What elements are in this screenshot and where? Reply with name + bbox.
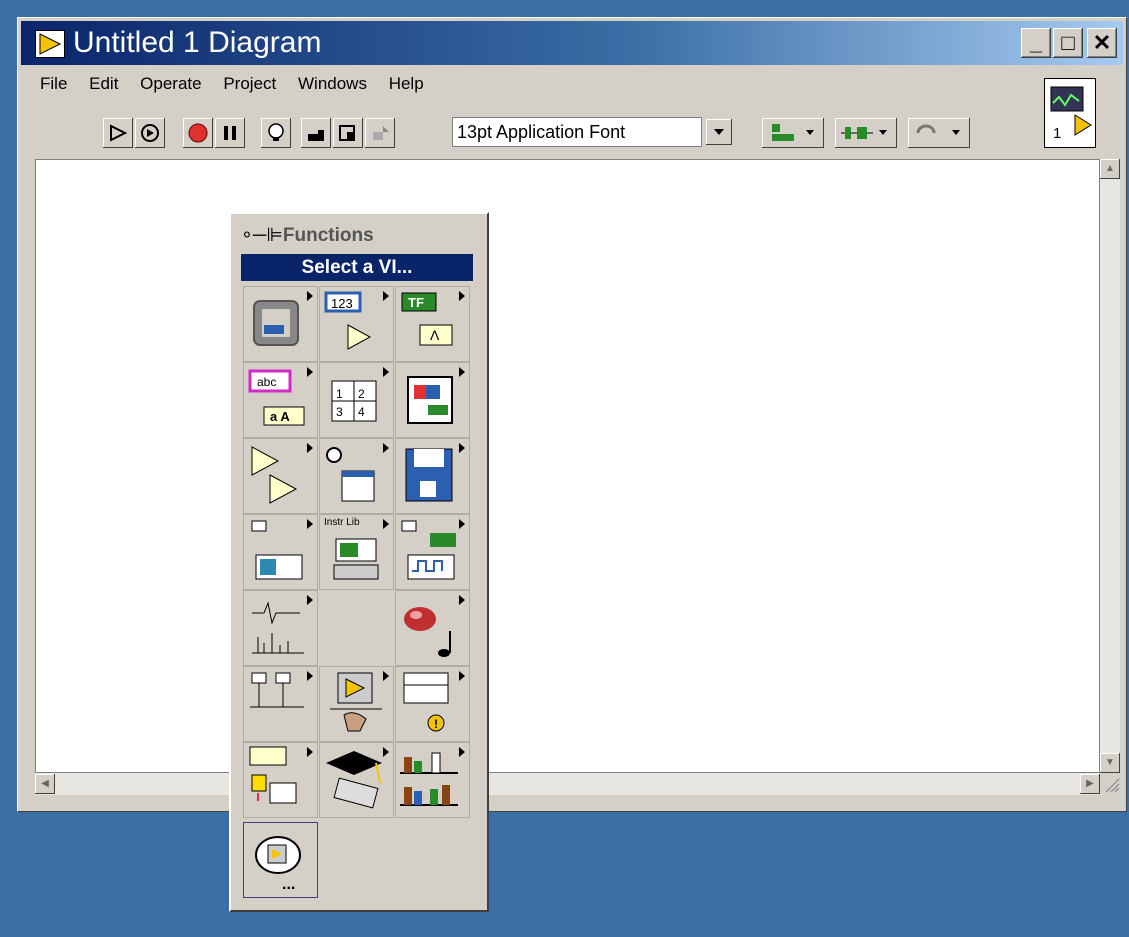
numeric-icon[interactable]: 123	[319, 286, 394, 362]
close-button[interactable]: ✕	[1087, 28, 1117, 58]
menu-windows[interactable]: Windows	[298, 74, 367, 93]
comparison-icon[interactable]	[243, 438, 318, 514]
horizontal-scrollbar[interactable]: ◀ ▶	[35, 773, 1100, 795]
select-vi-bar[interactable]: Select a VI...	[241, 254, 473, 281]
connector-pane-icon[interactable]: 1	[1044, 78, 1096, 148]
data-acquisition-icon[interactable]	[243, 514, 318, 590]
connector-pane-label: 1	[1053, 125, 1062, 142]
menu-operate[interactable]: Operate	[140, 74, 201, 93]
pause-button[interactable]	[215, 118, 245, 148]
title-bar[interactable]: Untitled 1 Diagram _ □ ✕	[21, 21, 1123, 65]
svg-text:Λ: Λ	[430, 327, 440, 343]
labview-app-icon	[35, 30, 65, 58]
diagram-window: Untitled 1 Diagram _ □ ✕ File Edit Opera…	[17, 17, 1127, 812]
window-title: Untitled 1 Diagram	[73, 26, 322, 59]
cluster-icon[interactable]	[395, 362, 470, 438]
menu-help[interactable]: Help	[389, 74, 424, 93]
time-dialog-icon[interactable]	[319, 438, 394, 514]
tutorial-icon[interactable]	[319, 742, 394, 818]
step-into-button[interactable]	[301, 118, 331, 148]
font-dropdown-button[interactable]	[706, 119, 732, 145]
analyze-icon[interactable]	[243, 590, 318, 666]
instrument-library-icon[interactable]: Instr Lib	[319, 514, 394, 590]
file-io-icon[interactable]	[395, 438, 470, 514]
abort-button[interactable]	[183, 118, 213, 148]
menu-bar: File Edit Operate Project Windows Help	[40, 74, 441, 94]
svg-text:a A: a A	[270, 409, 290, 424]
scroll-left-button[interactable]: ◀	[35, 774, 55, 794]
block-diagram-canvas[interactable]	[35, 159, 1100, 773]
run-button[interactable]	[103, 118, 133, 148]
svg-text:!: !	[434, 717, 438, 731]
highlight-execution-button[interactable]	[261, 118, 291, 148]
resize-grip[interactable]	[1102, 775, 1120, 793]
graphics-sound-icon[interactable]	[395, 590, 470, 666]
application-control-icon[interactable]	[319, 666, 394, 742]
select-vi-icon[interactable]: ...	[243, 822, 318, 898]
instrument-io-icon[interactable]	[395, 514, 470, 590]
menu-project[interactable]: Project	[223, 74, 276, 93]
communication-icon[interactable]	[243, 666, 318, 742]
pin-icon[interactable]: ∘─⊫	[241, 225, 283, 246]
menu-edit[interactable]: Edit	[89, 74, 118, 93]
step-out-button[interactable]	[365, 118, 395, 148]
vertical-scrollbar[interactable]: ▲ ▼	[1100, 159, 1120, 773]
reorder-dropdown[interactable]	[908, 118, 970, 148]
scroll-up-button[interactable]: ▲	[1100, 159, 1120, 179]
menu-file[interactable]: File	[40, 74, 67, 93]
step-over-button[interactable]	[333, 118, 363, 148]
empty-slot	[319, 590, 394, 666]
advanced-icon[interactable]: !	[395, 666, 470, 742]
svg-text:...: ...	[282, 876, 295, 893]
palette-title: ∘─⊫Functions	[241, 225, 374, 246]
user-libraries-icon[interactable]	[395, 742, 470, 818]
string-icon[interactable]: a A abc	[243, 362, 318, 438]
functions-palette: ∘─⊫Functions Select a VI... 123 Λ TF a A…	[229, 212, 489, 912]
array-cluster-icon[interactable]: 1 2 3 4	[319, 362, 394, 438]
report-generation-icon[interactable]	[243, 742, 318, 818]
scroll-right-button[interactable]: ▶	[1080, 774, 1100, 794]
run-continuous-button[interactable]	[135, 118, 165, 148]
distribute-objects-dropdown[interactable]	[835, 118, 897, 148]
align-objects-dropdown[interactable]	[762, 118, 824, 148]
font-select[interactable]: 13pt Application Font	[452, 117, 702, 147]
structures-icon[interactable]	[243, 286, 318, 362]
boolean-icon[interactable]: Λ TF	[395, 286, 470, 362]
scroll-down-button[interactable]: ▼	[1100, 753, 1120, 773]
maximize-button[interactable]: □	[1053, 28, 1083, 58]
minimize-button[interactable]: _	[1021, 28, 1051, 58]
